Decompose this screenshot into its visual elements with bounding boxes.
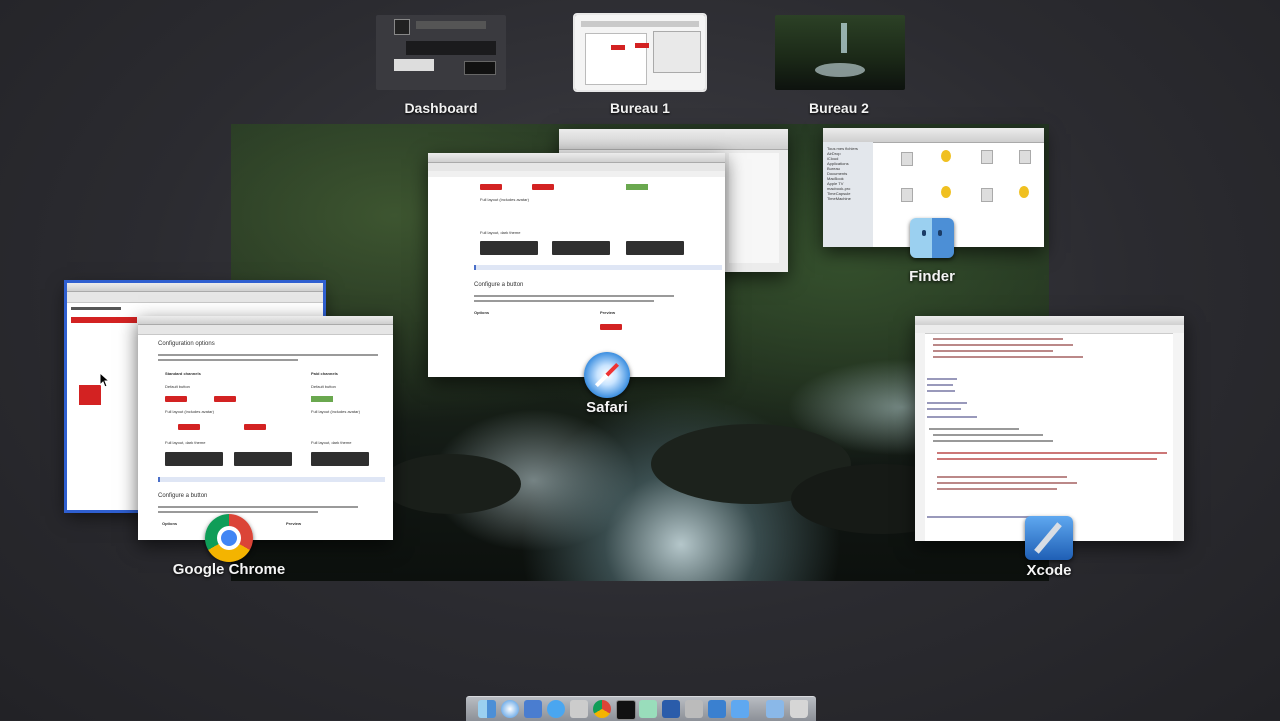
safari-app-label: Safari xyxy=(586,399,628,416)
finder-sidebar-item[interactable]: TimeMachine xyxy=(827,196,858,201)
space-bureau-1-label: Bureau 1 xyxy=(610,100,670,116)
dock xyxy=(466,696,816,721)
space-bureau-2-thumbnail[interactable] xyxy=(775,15,905,90)
dark-theme-paid-label: Full layout, dark theme xyxy=(311,440,352,445)
finder-app-label: Finder xyxy=(909,268,955,285)
chrome-youtube-window[interactable]: Configuration options Standard channels … xyxy=(138,316,393,540)
file-icon xyxy=(941,186,951,198)
xcode-icon[interactable] xyxy=(731,700,749,718)
file-icon xyxy=(1019,150,1031,164)
safari-icon[interactable] xyxy=(501,700,519,718)
space-dashboard-thumbnail[interactable] xyxy=(376,15,506,90)
default-button-label: Default button xyxy=(165,384,190,389)
finder-icon[interactable] xyxy=(478,700,496,718)
space-bureau-2-label: Bureau 2 xyxy=(809,100,869,116)
finder-app-icon[interactable] xyxy=(910,218,954,258)
iphoto-icon[interactable] xyxy=(685,700,703,718)
file-icon xyxy=(1019,186,1029,198)
space-dashboard-label: Dashboard xyxy=(404,100,478,116)
file-icon xyxy=(981,188,993,202)
xcode-app-icon[interactable] xyxy=(1025,516,1073,560)
photo-icon[interactable] xyxy=(570,700,588,718)
preview-column-label: Preview xyxy=(600,310,616,315)
space-bureau-1-thumbnail[interactable] xyxy=(573,13,707,92)
section-full-layout-label: Full layout (includes avatar) xyxy=(480,197,529,202)
chrome-app-label: Google Chrome xyxy=(172,561,286,578)
dark-theme-label: Full layout, dark theme xyxy=(165,440,206,445)
xcode-app-label: Xcode xyxy=(1026,562,1072,579)
safari-app-icon[interactable] xyxy=(584,352,630,398)
configuration-options-heading: Configuration options xyxy=(158,341,215,347)
word-icon[interactable] xyxy=(662,700,680,718)
trash-icon[interactable] xyxy=(790,700,808,718)
file-icon xyxy=(901,152,913,166)
file-icon xyxy=(941,150,951,162)
paid-channels-label: Paid channels xyxy=(311,371,338,376)
full-layout-paid-label: Full layout (includes avatar) xyxy=(311,409,360,414)
configure-button-heading: Configure a button xyxy=(158,493,208,499)
options-label: Options xyxy=(162,521,178,526)
full-layout-label: Full layout (includes avatar) xyxy=(165,409,214,414)
remote-icon[interactable] xyxy=(708,700,726,718)
default-button-paid-label: Default button xyxy=(311,384,336,389)
options-column-label: Options xyxy=(474,310,490,315)
standard-channels-label: Standard channels xyxy=(165,371,201,376)
file-icon xyxy=(901,188,913,202)
terminal-icon[interactable] xyxy=(616,700,636,720)
section-dark-theme-label: Full layout, dark theme xyxy=(480,230,521,235)
chrome-icon[interactable] xyxy=(593,700,611,718)
file-icon xyxy=(981,150,993,164)
red-square xyxy=(79,385,101,405)
migration-icon[interactable] xyxy=(639,700,657,718)
configure-heading: Configure a button xyxy=(474,282,524,288)
messages-icon[interactable] xyxy=(547,700,565,718)
safari-youtube-window[interactable]: Full layout (includes avatar) Full layou… xyxy=(428,153,725,377)
preview-label: Preview xyxy=(286,521,302,526)
xcode-window[interactable] xyxy=(915,316,1184,541)
folder-icon[interactable] xyxy=(766,700,784,718)
chrome-app-icon[interactable] xyxy=(205,514,253,562)
mouse-cursor-icon xyxy=(100,373,110,387)
preview-icon[interactable] xyxy=(524,700,542,718)
